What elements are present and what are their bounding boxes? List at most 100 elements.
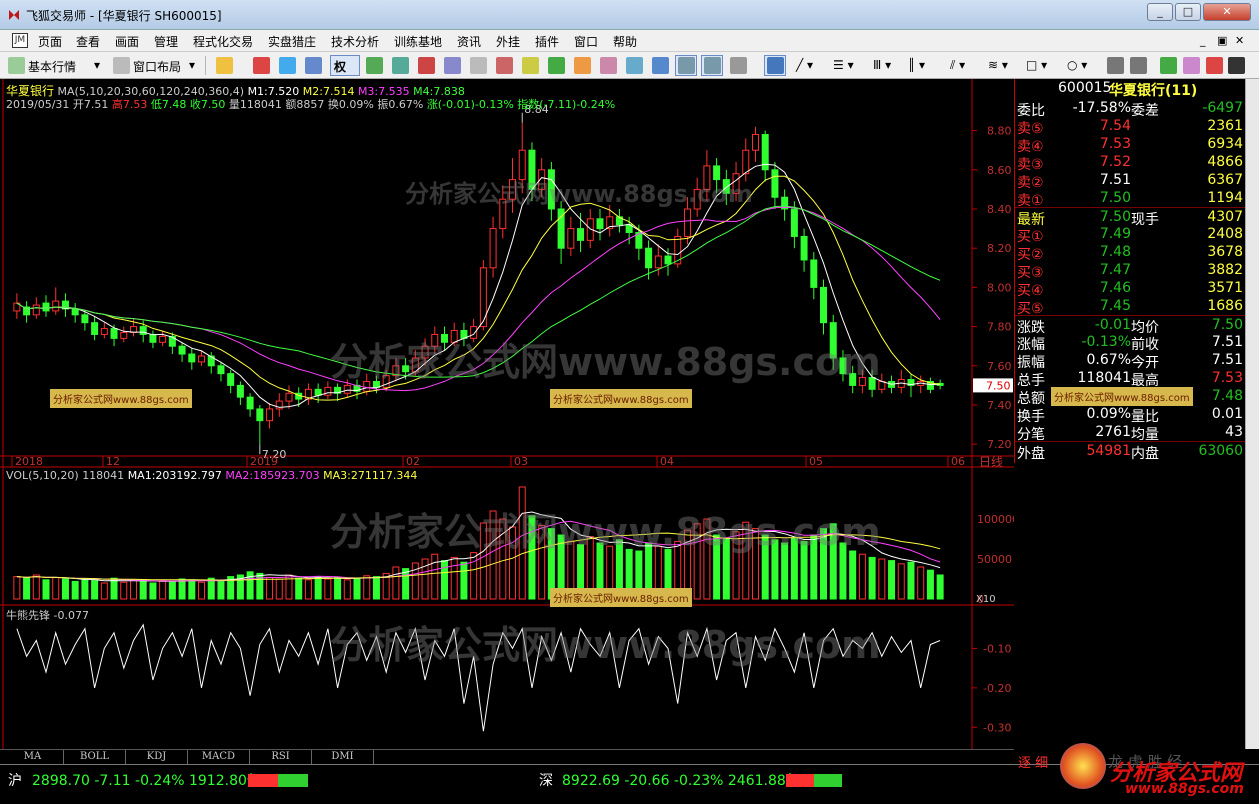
- settings-icon[interactable]: [574, 57, 591, 74]
- crosshair-icon[interactable]: [279, 57, 296, 74]
- x-tick-label: 06: [951, 455, 965, 468]
- quote-value: 7.47: [1099, 262, 1131, 278]
- vertical-scrollbar[interactable]: [1245, 79, 1259, 749]
- window-layout-dropdown-icon[interactable]: ▾: [189, 58, 195, 72]
- dots-icon[interactable]: [1183, 57, 1200, 74]
- quote-row: 买① 7.49 2408: [1015, 225, 1246, 245]
- chart-icon[interactable]: [652, 57, 669, 74]
- flag-icon[interactable]: [1160, 57, 1177, 74]
- menu-program-trading[interactable]: 程式化交易: [193, 33, 253, 50]
- sh-index[interactable]: 2898.70 -7.11 -0.24% 1912.80亿: [32, 770, 261, 790]
- save-icon[interactable]: [1228, 57, 1245, 74]
- menu-help[interactable]: 帮助: [613, 33, 637, 50]
- cycle-tool-icon[interactable]: Ⅲ ▾: [873, 58, 891, 72]
- amplitude-value: 振0.67%: [377, 98, 424, 111]
- layout-icon[interactable]: [253, 57, 270, 74]
- menu-view[interactable]: 查看: [76, 33, 100, 50]
- tab-rsi[interactable]: RSI: [250, 750, 312, 765]
- compare-icon[interactable]: [444, 57, 461, 74]
- kline-chart[interactable]: 8.808.608.408.208.007.807.607.407.208.84…: [0, 79, 1014, 749]
- volume-bar: [479, 522, 487, 600]
- volume-bar: [207, 577, 215, 600]
- trade-icon[interactable]: [548, 57, 565, 74]
- line-tool-icon[interactable]: ╱ ▾: [796, 58, 813, 72]
- volume-bar: [771, 539, 779, 600]
- menu-screen[interactable]: 画面: [115, 33, 139, 50]
- indicator-tabs: MA BOLL KDJ MACD RSI DMI: [0, 749, 1014, 765]
- channel-tool-icon[interactable]: ☰ ▾: [833, 58, 854, 72]
- rights-button[interactable]: 权: [334, 58, 346, 75]
- volume-bar: [849, 550, 857, 600]
- candle-body: [810, 259, 818, 288]
- chart-area[interactable]: 8.80 8.60 8.40 8.20 8.00 7.80 7.60 7.40 7.20 8.84…: [0, 79, 1014, 749]
- tab-boll[interactable]: BOLL: [64, 750, 126, 765]
- menu-training[interactable]: 训练基地: [394, 33, 442, 50]
- volume-bar: [790, 537, 798, 600]
- window-layout-button[interactable]: 窗口布局: [133, 58, 181, 75]
- quote-value: -6497: [1202, 100, 1243, 116]
- minimize-button[interactable]: _: [1147, 3, 1173, 21]
- menu-manage[interactable]: 管理: [154, 33, 178, 50]
- kline-icon[interactable]: [678, 57, 695, 74]
- basic-quote-button[interactable]: 基本行情: [28, 58, 76, 75]
- quote-value: 7.53: [1099, 136, 1131, 152]
- wave-tool-icon[interactable]: ≋ ▾: [988, 58, 1008, 72]
- volume-bar: [450, 556, 458, 600]
- brand-logo-icon: [1060, 743, 1106, 789]
- formula-icon[interactable]: [392, 57, 409, 74]
- quote-value: 7.50: [1099, 209, 1131, 225]
- volume-bar: [703, 518, 711, 600]
- quote-value: 7.48: [1099, 244, 1131, 260]
- multi-period-icon[interactable]: [704, 57, 721, 74]
- menu-window[interactable]: 窗口: [574, 33, 598, 50]
- open-folder-icon[interactable]: [216, 57, 233, 74]
- period-icon[interactable]: [305, 57, 322, 74]
- gann-tool-icon[interactable]: ║ ▾: [908, 58, 925, 72]
- print-icon[interactable]: [1206, 57, 1223, 74]
- pen-icon[interactable]: [767, 57, 784, 74]
- volume-bar: [334, 576, 342, 600]
- report-icon[interactable]: [470, 57, 487, 74]
- text-tool-icon[interactable]: [1107, 57, 1124, 74]
- mdi-close-icon[interactable]: ✕: [1235, 34, 1244, 47]
- mdi-minimize-icon[interactable]: _: [1200, 34, 1206, 47]
- indicator-icon[interactable]: [366, 57, 383, 74]
- tab-macd[interactable]: MACD: [188, 750, 250, 765]
- menu-news[interactable]: 资讯: [457, 33, 481, 50]
- menu-page[interactable]: 页面: [38, 33, 62, 50]
- draw-tool-icon[interactable]: [730, 57, 747, 74]
- volume-bar: [314, 576, 322, 600]
- candle-body: [489, 228, 497, 269]
- x-tick-label: 2018: [15, 455, 43, 468]
- rect-tool-icon[interactable]: □ ▾: [1026, 58, 1047, 72]
- fan-tool-icon[interactable]: ⫽ ▾: [950, 58, 965, 73]
- candle-body: [470, 326, 478, 339]
- f10-icon[interactable]: [496, 57, 513, 74]
- money-icon[interactable]: [522, 57, 539, 74]
- candle-body: [431, 333, 439, 347]
- candle-body: [664, 255, 672, 265]
- menu-live-hunt[interactable]: 实盘猎庄: [268, 33, 316, 50]
- list-icon[interactable]: [418, 57, 435, 74]
- tab-kdj[interactable]: KDJ: [126, 750, 188, 765]
- maximize-button[interactable]: □: [1175, 3, 1201, 21]
- menu-plugins[interactable]: 插件: [535, 33, 559, 50]
- vma2-value: MA2:185923.703: [225, 469, 320, 482]
- mdi-restore-icon[interactable]: ▣: [1217, 34, 1227, 47]
- stats-icon[interactable]: [600, 57, 617, 74]
- menu-tech-analysis[interactable]: 技术分析: [331, 33, 379, 50]
- tab-dmi[interactable]: DMI: [312, 750, 374, 765]
- basic-quote-dropdown-icon[interactable]: ▾: [94, 58, 100, 72]
- tab-ma[interactable]: MA: [2, 750, 64, 765]
- ellipse-tool-icon[interactable]: ○ ▾: [1067, 58, 1087, 72]
- volume-bar: [266, 576, 274, 600]
- grid-icon[interactable]: [626, 57, 643, 74]
- turnover-value: 换0.09%: [327, 98, 374, 111]
- close-button[interactable]: ✕: [1203, 3, 1251, 21]
- quote-value: 7.51: [1211, 352, 1243, 368]
- current-price-label: 7.50: [986, 379, 1011, 392]
- menu-plugin-ext[interactable]: 外挂: [496, 33, 520, 50]
- sz-index[interactable]: 8922.69 -20.66 -0.23% 2461.88亿: [562, 770, 800, 790]
- app-logo-icon[interactable]: JM: [12, 33, 28, 48]
- mark-tool-icon[interactable]: [1130, 57, 1147, 74]
